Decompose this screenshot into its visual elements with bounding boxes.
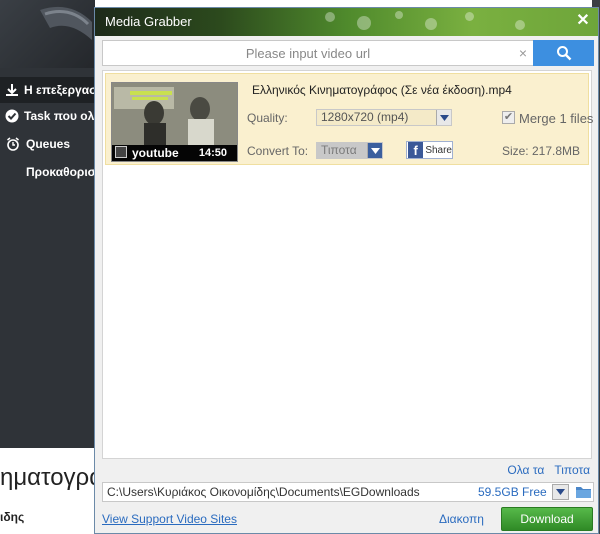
background-title: ηματογράφος — [0, 464, 95, 491]
decor-drop — [465, 12, 474, 21]
search-icon — [556, 46, 571, 61]
selection-links: Ολα τα Τιποτα — [507, 463, 590, 477]
path-dropdown-icon[interactable] — [552, 484, 569, 500]
bg-nav-completed[interactable]: Task που ολοκληρώθηκαν — [0, 103, 95, 129]
dialog-titlebar[interactable]: Media Grabber ✕ — [95, 8, 598, 36]
bg-nav-label: Η επεξεργασία — [24, 83, 95, 97]
support-sites-link[interactable]: View Support Video Sites — [102, 512, 237, 526]
convert-label: Convert To: — [247, 144, 309, 158]
bg-nav-label: Task που ολοκληρώθηκαν — [24, 109, 95, 123]
item-checkbox[interactable] — [115, 146, 127, 158]
video-filename[interactable]: Ελληνικός Κινηματογράφος (Σε νέα έκδοση)… — [252, 83, 512, 97]
quality-select[interactable]: 1280x720 (mp4) — [316, 109, 452, 126]
decor-drop — [357, 16, 371, 30]
decor-drop — [425, 18, 437, 30]
decor-drop — [395, 11, 403, 19]
video-list: youtube 14:50 Ελληνικός Κινηματογράφος (… — [102, 70, 593, 459]
background-subtitle: ιδης — [0, 510, 25, 524]
download-icon — [5, 82, 19, 98]
save-path-bar: C:\Users\Κυριάκος Οικονομίδης\Documents\… — [102, 482, 594, 502]
video-source: youtube — [132, 146, 179, 160]
quality-value: 1280x720 (mp4) — [321, 110, 409, 124]
file-size: Size: 217.8MB — [501, 144, 580, 158]
merge-checkbox[interactable]: ✔ — [502, 111, 515, 124]
bg-nav-presets[interactable]: Προκαθορισμένα — [0, 159, 95, 185]
chevron-down-icon[interactable] — [436, 110, 451, 125]
video-duration: 14:50 — [198, 147, 227, 159]
download-button[interactable]: Download — [501, 507, 593, 531]
convert-value: Τιποτα — [321, 143, 357, 157]
facebook-share-button[interactable]: f Share — [406, 141, 453, 159]
background-content: ηματογράφος ιδης — [0, 448, 95, 534]
decor-drop — [325, 12, 335, 22]
background-sidebar: Η επεξεργασία Task που ολοκληρώθηκαν Que… — [0, 0, 95, 448]
quality-label: Quality: — [247, 111, 288, 125]
close-icon[interactable]: ✕ — [574, 10, 592, 32]
free-space: 59.5GB Free — [478, 485, 547, 499]
folder-icon[interactable] — [574, 484, 592, 500]
select-all-link[interactable]: Ολα τα — [507, 463, 544, 477]
dialog-title: Media Grabber — [105, 14, 192, 29]
check-circle-icon — [5, 108, 19, 124]
alarm-clock-icon — [5, 136, 21, 152]
bg-nav-queues[interactable]: Queues — [0, 131, 95, 157]
save-path-input[interactable]: C:\Users\Κυριάκος Οικονομίδης\Documents\… — [107, 485, 420, 499]
app-logo — [0, 0, 95, 68]
url-bar: × — [102, 40, 594, 66]
decor-drop — [515, 20, 525, 30]
bg-nav-label: Queues — [26, 137, 71, 151]
bg-nav-processing[interactable]: Η επεξεργασία — [0, 77, 95, 103]
merge-label: Merge 1 files — [519, 111, 594, 126]
convert-select[interactable]: Τιποτα — [316, 142, 383, 159]
share-label: Share — [425, 144, 452, 156]
clear-icon[interactable]: × — [516, 44, 530, 62]
video-item[interactable]: youtube 14:50 Ελληνικός Κινηματογράφος (… — [105, 73, 593, 165]
facebook-icon: f — [408, 142, 424, 158]
select-none-link[interactable]: Τιποτα — [554, 463, 590, 477]
bg-nav-label: Προκαθορισμένα — [26, 165, 95, 179]
media-grabber-dialog: Media Grabber ✕ × — [94, 7, 599, 534]
chevron-down-icon[interactable] — [367, 143, 382, 158]
search-button[interactable] — [533, 40, 594, 66]
url-input[interactable] — [103, 41, 513, 65]
video-thumbnail[interactable]: youtube 14:50 — [111, 82, 238, 162]
cancel-link[interactable]: Διακοπη — [439, 512, 484, 526]
thumbnail-image — [112, 83, 237, 145]
